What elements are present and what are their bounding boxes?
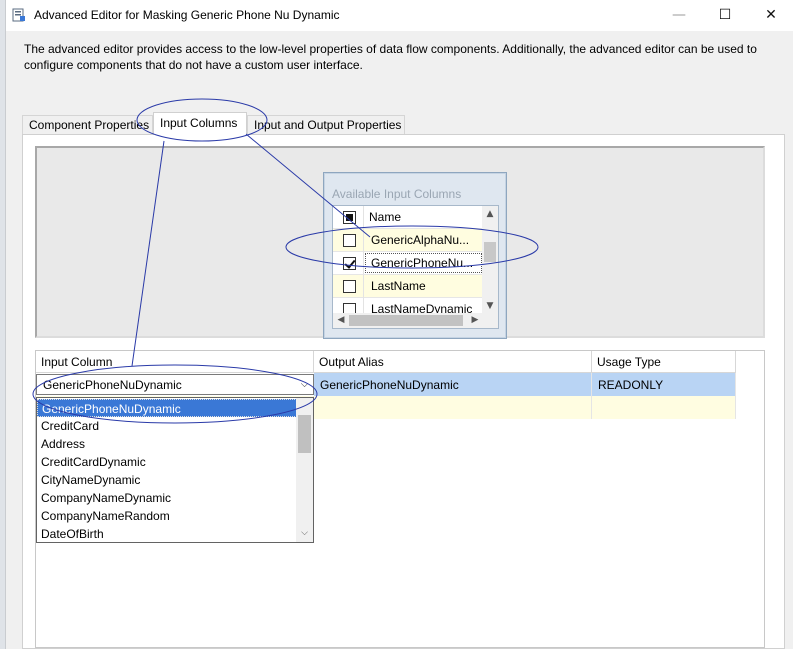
input-columns-panel: Available Input Columns Name GenericAlph… — [22, 134, 785, 649]
column-name: LastName — [371, 279, 426, 293]
scroll-thumb[interactable] — [349, 315, 463, 326]
available-columns-title: Available Input Columns — [332, 187, 462, 201]
list-header-row: Name — [333, 206, 483, 229]
column-name: GenericAlphaNu... — [371, 233, 470, 247]
select-all-checkbox[interactable] — [343, 211, 356, 224]
dropdown-option[interactable]: DateOfBirth — [37, 525, 297, 543]
tab-component-properties[interactable]: Component Properties — [22, 115, 153, 135]
title-bar: Advanced Editor for Masking Generic Phon… — [6, 0, 793, 31]
scroll-thumb[interactable] — [298, 415, 311, 453]
editor-app-icon — [12, 8, 25, 22]
chevron-down-icon[interactable]: ⌵ — [296, 375, 313, 394]
usage-type-cell[interactable]: READONLY — [592, 373, 736, 396]
column-checkbox[interactable] — [343, 280, 356, 293]
scroll-down-icon[interactable]: ⌵ — [296, 525, 313, 542]
available-columns-list: Name GenericAlphaNu... GenericPhoneNu...… — [332, 205, 499, 329]
name-column-header: Name — [369, 210, 402, 224]
list-item[interactable]: GenericAlphaNu... — [333, 229, 483, 252]
scroll-left-icon[interactable]: ◀ — [333, 313, 349, 328]
tab-input-output-properties[interactable]: Input and Output Properties — [247, 115, 405, 135]
output-alias-cell[interactable]: GenericPhoneNuDynamic — [314, 373, 592, 396]
dropdown-option-selected[interactable]: GenericPhoneNuDynamic — [37, 399, 297, 417]
usage-type-header: Usage Type — [592, 351, 736, 373]
dropdown-option[interactable]: Address — [37, 435, 297, 453]
list-vertical-scrollbar[interactable]: ▲ ▼ — [482, 206, 498, 314]
column-designer-area: Available Input Columns Name GenericAlph… — [35, 146, 765, 339]
dropdown-option[interactable]: CreditCard — [37, 417, 297, 435]
tab-input-columns[interactable]: Input Columns — [153, 112, 247, 135]
dialog-content: The advanced editor provides access to t… — [6, 31, 793, 649]
minimize-button[interactable]: — — [656, 0, 702, 31]
list-item[interactable]: LastName — [333, 275, 483, 298]
editor-description: The advanced editor provides access to t… — [24, 42, 757, 72]
input-column-header: Input Column — [36, 351, 314, 373]
new-usage-type-cell[interactable] — [592, 396, 736, 419]
dropdown-option[interactable]: CompanyNameRandom — [37, 507, 297, 525]
table-row[interactable]: GenericPhoneNuDynamic ⌵ GenericPhoneNuDy… — [36, 373, 736, 396]
scroll-right-icon[interactable]: ▶ — [467, 313, 483, 328]
list-item[interactable]: GenericPhoneNu... — [333, 252, 483, 275]
output-alias-header: Output Alias — [314, 351, 592, 373]
scroll-thumb[interactable] — [484, 242, 496, 262]
scroll-up-icon[interactable] — [296, 398, 313, 415]
advanced-editor-window: Advanced Editor for Masking Generic Phon… — [6, 0, 793, 649]
dropdown-option[interactable]: CompanyNameDynamic — [37, 489, 297, 507]
new-output-alias-cell[interactable] — [314, 396, 592, 419]
scroll-down-icon[interactable]: ▼ — [482, 298, 498, 314]
column-checkbox-checked[interactable] — [343, 257, 356, 270]
list-horizontal-scrollbar[interactable]: ◀ ▶ — [333, 313, 498, 328]
column-name: GenericPhoneNu... — [371, 256, 474, 270]
available-input-columns-box: Available Input Columns Name GenericAlph… — [323, 172, 507, 339]
input-columns-grid: Input Column Output Alias Usage Type Gen… — [35, 350, 765, 648]
dropdown-scrollbar[interactable]: ⌵ — [296, 398, 313, 542]
grid-header: Input Column Output Alias Usage Type — [36, 351, 736, 373]
dropdown-option[interactable]: CityNameDynamic — [37, 471, 297, 489]
close-button[interactable]: ✕ — [748, 0, 793, 31]
input-column-combo[interactable]: GenericPhoneNuDynamic ⌵ — [36, 374, 314, 395]
column-checkbox[interactable] — [343, 234, 356, 247]
scroll-up-icon[interactable]: ▲ — [482, 206, 498, 222]
window-title: Advanced Editor for Masking Generic Phon… — [34, 8, 340, 22]
maximize-button[interactable]: ☐ — [702, 0, 748, 31]
input-column-value: GenericPhoneNuDynamic — [43, 378, 182, 392]
input-column-dropdown[interactable]: GenericPhoneNuDynamic CreditCard Address… — [36, 397, 314, 543]
dropdown-option[interactable]: CreditCardDynamic — [37, 453, 297, 471]
